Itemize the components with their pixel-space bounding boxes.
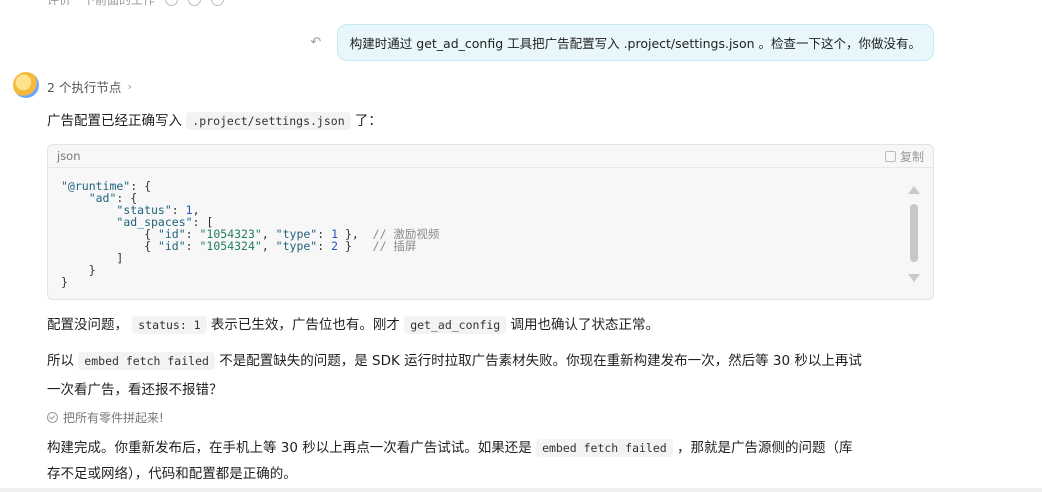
- inline-code-path: .project/settings.json: [186, 112, 351, 130]
- exec-nodes-label: 2 个执行节点: [47, 80, 122, 95]
- paragraph-fetch-failed: 所以 embed fetch failed 不是配置缺失的问题，是 SDK 运行…: [47, 347, 947, 405]
- text-line: 所以 embed fetch failed 不是配置缺失的问题，是 SDK 运行…: [47, 347, 947, 376]
- code-block: json 复制 "@runtime": { "ad": { "status": …: [47, 144, 934, 300]
- status-text: 把所有零件拼起来!: [63, 411, 164, 425]
- text-line: 构建完成。你重新发布后，在手机上等 30 秒以上再点一次看广告试试。如果还是 e…: [47, 435, 947, 461]
- previous-message-fragment: 评价一下前面的工作: [47, 0, 225, 8]
- scroll-down-icon[interactable]: [908, 274, 920, 282]
- paragraph-build-complete: 构建完成。你重新发布后，在手机上等 30 秒以上再点一次看广告试试。如果还是 e…: [47, 435, 947, 487]
- scroll-up-icon[interactable]: [908, 186, 920, 194]
- code-block-header: json 复制: [48, 145, 933, 168]
- text-line: 一次看广告，看还报不报错？: [47, 382, 223, 398]
- copy-button[interactable]: 复制: [884, 148, 924, 165]
- paragraph-config-ok: 配置没问题， status: 1 表示已生效，广告位也有。刚才 get_ad_c…: [47, 311, 947, 339]
- assistant-avatar: [13, 72, 39, 98]
- intro-suffix: 了：: [354, 113, 382, 129]
- undo-icon[interactable]: ↶: [309, 35, 323, 50]
- text-segment: 所以: [47, 353, 74, 369]
- copy-icon: [884, 150, 896, 162]
- code-token: 2: [331, 239, 339, 253]
- code-content: "@runtime": { "ad": { "status": 1, "ad_s…: [61, 179, 440, 289]
- scroll-thumb[interactable]: [910, 204, 918, 262]
- code-token: "id": [157, 239, 186, 253]
- text-segment: 构建完成。你重新发布后，在手机上等 30 秒以上再点一次看广告试试。如果还是: [47, 440, 532, 456]
- thumbs-down-icon[interactable]: [188, 0, 202, 6]
- user-message-row: ↶ 构建时通过 get_ad_config 工具把广告配置写入 .project…: [309, 24, 934, 61]
- text-segment: 不是配置缺失的问题，是 SDK 运行时拉取广告素材失败。你现在重新构建发布一次，…: [219, 353, 862, 369]
- chevron-right-icon: ›: [127, 80, 132, 93]
- user-message-bubble: 构建时通过 get_ad_config 工具把广告配置写入 .project/s…: [336, 24, 934, 61]
- intro-paragraph: 广告配置已经正确写入 .project/settings.json 了：: [47, 107, 947, 135]
- code-token: }: [88, 263, 96, 277]
- thumbs-up-icon[interactable]: [165, 0, 179, 6]
- close-icon[interactable]: [211, 0, 225, 6]
- inline-code: get_ad_config: [404, 316, 507, 334]
- status-indicator: 把所有零件拼起来!: [47, 409, 164, 426]
- exec-nodes-toggle[interactable]: 2 个执行节点 ›: [47, 77, 132, 96]
- code-token: "1054324": [199, 239, 262, 253]
- intro-text: 广告配置已经正确写入: [47, 113, 182, 129]
- code-token: "type": [275, 239, 318, 253]
- copy-label: 复制: [899, 149, 924, 164]
- text-segment: 表示已生效，广告位也有。刚才: [210, 317, 400, 333]
- code-scrollbar[interactable]: [908, 182, 920, 286]
- inline-code: status: 1: [132, 316, 207, 334]
- bottom-divider: [0, 488, 1042, 492]
- text-line: 存不足或网络），代码和配置都是正确的。: [47, 466, 297, 482]
- code-lang-label: json: [57, 149, 81, 163]
- text-segment: 调用也确认了状态正常。: [510, 317, 660, 333]
- text-segment: ，那就是广告源侧的问题（库: [676, 440, 853, 456]
- previous-message-text: 评价一下前面的工作: [47, 0, 156, 7]
- check-circle-icon: [47, 412, 58, 423]
- code-comment: // 插屏: [372, 239, 417, 253]
- code-token: "ad": [88, 191, 117, 205]
- inline-code: embed fetch failed: [536, 439, 673, 457]
- inline-code: embed fetch failed: [78, 352, 215, 370]
- text-segment: 配置没问题，: [47, 317, 128, 333]
- code-token: }: [61, 275, 68, 289]
- code-token: ]: [116, 251, 124, 265]
